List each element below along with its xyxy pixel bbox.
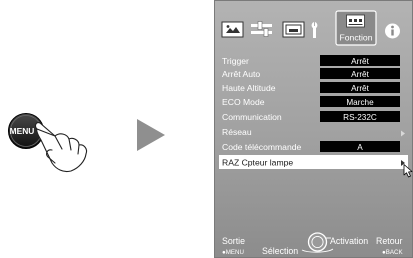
footer-exit-key: ●MENU xyxy=(222,249,244,256)
next-step-arrow-icon xyxy=(137,119,165,151)
tab-info[interactable] xyxy=(385,23,400,39)
menu-button-label: MENU xyxy=(10,126,35,136)
menu-item-value: Arrêt xyxy=(351,84,369,93)
menu-operation-illustration: MENU Fonction Trigger Arrêt Arrêt Auto A… xyxy=(8,0,413,258)
info-icon xyxy=(391,25,394,29)
menu-item-value: A xyxy=(357,143,363,152)
footer-back-label: Retour xyxy=(376,236,402,246)
menu-item-label: Trigger xyxy=(222,56,249,66)
osd-menu-panel: Fonction Trigger Arrêt Arrêt Auto Arrêt xyxy=(214,0,413,258)
menu-item-label: Communication xyxy=(222,112,282,122)
footer-select-label: Sélection xyxy=(262,246,298,256)
menu-item-label: RAZ Cpteur lampe xyxy=(222,158,293,168)
menu-item-label: Haute Altitude xyxy=(222,83,276,93)
tab-picture[interactable] xyxy=(221,21,244,38)
menu-item-label: ECO Mode xyxy=(222,97,265,107)
tab-fonction[interactable]: Fonction xyxy=(335,10,377,46)
menu-item-label: Arrêt Auto xyxy=(222,69,260,79)
tab-screen[interactable] xyxy=(282,21,305,38)
menu-item-label: Réseau xyxy=(222,127,252,137)
active-tab-label: Fonction xyxy=(340,33,373,43)
menu-item-value: Marche xyxy=(346,98,374,107)
menu-item-value: Arrêt xyxy=(351,70,369,79)
footer-activate-label: Activation xyxy=(330,236,368,246)
menu-item-value: Arrêt xyxy=(351,57,369,66)
slider-icon xyxy=(257,21,263,30)
menu-item-value: RS-232C xyxy=(343,113,377,122)
menu-item-label: Code télécommande xyxy=(222,142,302,152)
pointing-hand-icon xyxy=(35,122,88,173)
footer-back-key: ●BACK xyxy=(382,249,403,256)
footer-exit-label: Sortie xyxy=(222,236,245,246)
